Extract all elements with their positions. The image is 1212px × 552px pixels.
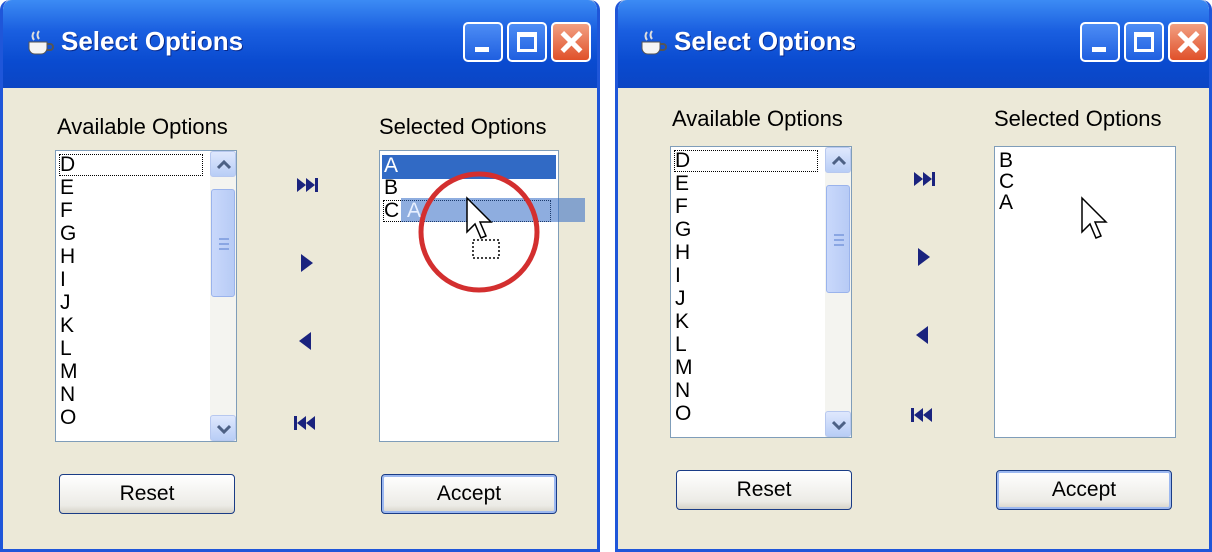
- selected-options-label: Selected Options: [994, 106, 1162, 131]
- minimize-button[interactable]: [1080, 22, 1120, 62]
- selected-options-label: Selected Options: [379, 114, 547, 139]
- move-all-left-icon[interactable]: [908, 400, 938, 430]
- accept-button[interactable]: Accept: [996, 470, 1172, 510]
- list-item[interactable]: H: [60, 246, 75, 267]
- list-item[interactable]: M: [60, 361, 78, 382]
- minimize-button[interactable]: [463, 22, 503, 62]
- title-bar[interactable]: Select Options: [3, 0, 597, 88]
- list-item[interactable]: B: [384, 177, 398, 198]
- move-left-icon[interactable]: [291, 326, 321, 356]
- select-options-window-after: Select Options Available Options Selecte…: [615, 0, 1212, 552]
- chevron-up-icon: [217, 160, 231, 170]
- scroll-thumb[interactable]: [211, 189, 235, 297]
- vertical-scrollbar[interactable]: [825, 147, 851, 437]
- scroll-up-button[interactable]: [825, 147, 851, 173]
- list-item[interactable]: O: [675, 403, 691, 424]
- available-options-label: Available Options: [672, 106, 843, 131]
- scroll-down-button[interactable]: [210, 415, 236, 441]
- maximize-button[interactable]: [507, 22, 547, 62]
- list-item[interactable]: H: [675, 242, 690, 263]
- maximize-button[interactable]: [1124, 22, 1164, 62]
- available-options-label: Available Options: [57, 114, 228, 139]
- coffee-cup-icon: [28, 30, 54, 55]
- list-item[interactable]: K: [60, 315, 74, 336]
- chevron-down-icon: [217, 424, 231, 434]
- title-bar[interactable]: Select Options: [618, 0, 1209, 88]
- available-options-list[interactable]: DEFGHIJKLMNO: [55, 150, 237, 442]
- scroll-up-button[interactable]: [210, 151, 236, 177]
- list-item[interactable]: E: [675, 173, 689, 194]
- list-item[interactable]: M: [675, 357, 693, 378]
- vertical-scrollbar[interactable]: [210, 151, 236, 441]
- list-item[interactable]: I: [675, 265, 681, 286]
- list-item[interactable]: D: [674, 150, 818, 172]
- mouse-pointer-icon: [1081, 196, 1108, 239]
- close-button[interactable]: [551, 22, 591, 62]
- selected-options-list[interactable]: B C A: [994, 146, 1176, 438]
- list-item[interactable]: L: [675, 334, 687, 355]
- select-options-window-before: Select Options Available Options Selecte…: [0, 0, 600, 552]
- list-item[interactable]: I: [60, 269, 66, 290]
- window-title: Select Options: [61, 26, 244, 56]
- list-item[interactable]: G: [60, 223, 76, 244]
- list-item[interactable]: C: [999, 171, 1014, 192]
- chevron-down-icon: [832, 420, 846, 430]
- list-item[interactable]: J: [675, 288, 686, 309]
- window-title: Select Options: [674, 26, 857, 56]
- highlight-circle: [418, 171, 540, 293]
- scroll-down-button[interactable]: [825, 411, 851, 437]
- list-item[interactable]: N: [60, 384, 75, 405]
- move-left-icon[interactable]: [908, 320, 938, 350]
- list-item[interactable]: B: [999, 150, 1013, 171]
- list-item[interactable]: J: [60, 292, 71, 313]
- list-item[interactable]: A: [999, 192, 1013, 213]
- list-item[interactable]: D: [59, 154, 203, 176]
- accept-button[interactable]: Accept: [381, 474, 557, 514]
- available-options-list[interactable]: DEFGHIJKLMNO: [670, 146, 852, 438]
- list-item[interactable]: A: [384, 155, 398, 176]
- list-item[interactable]: K: [675, 311, 689, 332]
- reset-button[interactable]: Reset: [59, 474, 235, 514]
- coffee-cup-icon: [641, 30, 667, 55]
- list-item[interactable]: E: [60, 177, 74, 198]
- list-item[interactable]: G: [675, 219, 691, 240]
- reset-button[interactable]: Reset: [676, 470, 852, 510]
- list-item[interactable]: O: [60, 407, 76, 428]
- move-all-right-icon[interactable]: [291, 170, 321, 200]
- chevron-up-icon: [832, 156, 846, 166]
- list-item[interactable]: L: [60, 338, 72, 359]
- move-right-icon[interactable]: [291, 248, 321, 278]
- move-right-icon[interactable]: [908, 242, 938, 272]
- scroll-thumb[interactable]: [826, 185, 850, 293]
- close-button[interactable]: [1168, 22, 1208, 62]
- list-item[interactable]: N: [675, 380, 690, 401]
- move-all-right-icon[interactable]: [908, 164, 938, 194]
- list-item[interactable]: F: [675, 196, 688, 217]
- move-all-left-icon[interactable]: [291, 408, 321, 438]
- list-item[interactable]: F: [60, 200, 73, 221]
